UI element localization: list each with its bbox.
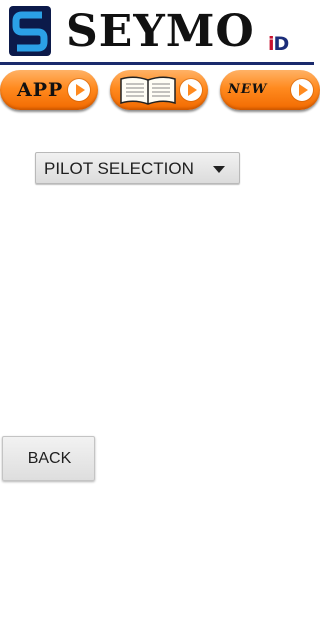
pilot-selection-dropdown[interactable]: PILOT SELECTION bbox=[35, 152, 240, 184]
play-circle-icon bbox=[180, 79, 202, 101]
dropdown-selected-value: PILOT SELECTION bbox=[44, 159, 194, 178]
new-button[interactable]: NEW bbox=[220, 70, 320, 110]
s-logo-icon bbox=[9, 6, 51, 56]
caret-down-icon bbox=[213, 166, 225, 173]
back-button[interactable]: BACK bbox=[2, 436, 95, 481]
id-badge-d: D bbox=[273, 33, 290, 55]
id-badge: iD bbox=[268, 33, 290, 55]
brand-title: SEYMO bbox=[66, 6, 255, 57]
app-button-label: APP bbox=[17, 79, 64, 101]
back-button-label: BACK bbox=[27, 450, 72, 467]
app-header: SEYMO iD bbox=[0, 0, 320, 66]
open-book-icon bbox=[120, 76, 176, 105]
app-button[interactable]: APP bbox=[0, 70, 98, 110]
play-circle-icon bbox=[291, 79, 313, 101]
new-button-label: NEW bbox=[228, 82, 268, 97]
play-circle-icon bbox=[68, 79, 90, 101]
book-button[interactable] bbox=[110, 70, 208, 110]
header-divider bbox=[0, 62, 314, 65]
